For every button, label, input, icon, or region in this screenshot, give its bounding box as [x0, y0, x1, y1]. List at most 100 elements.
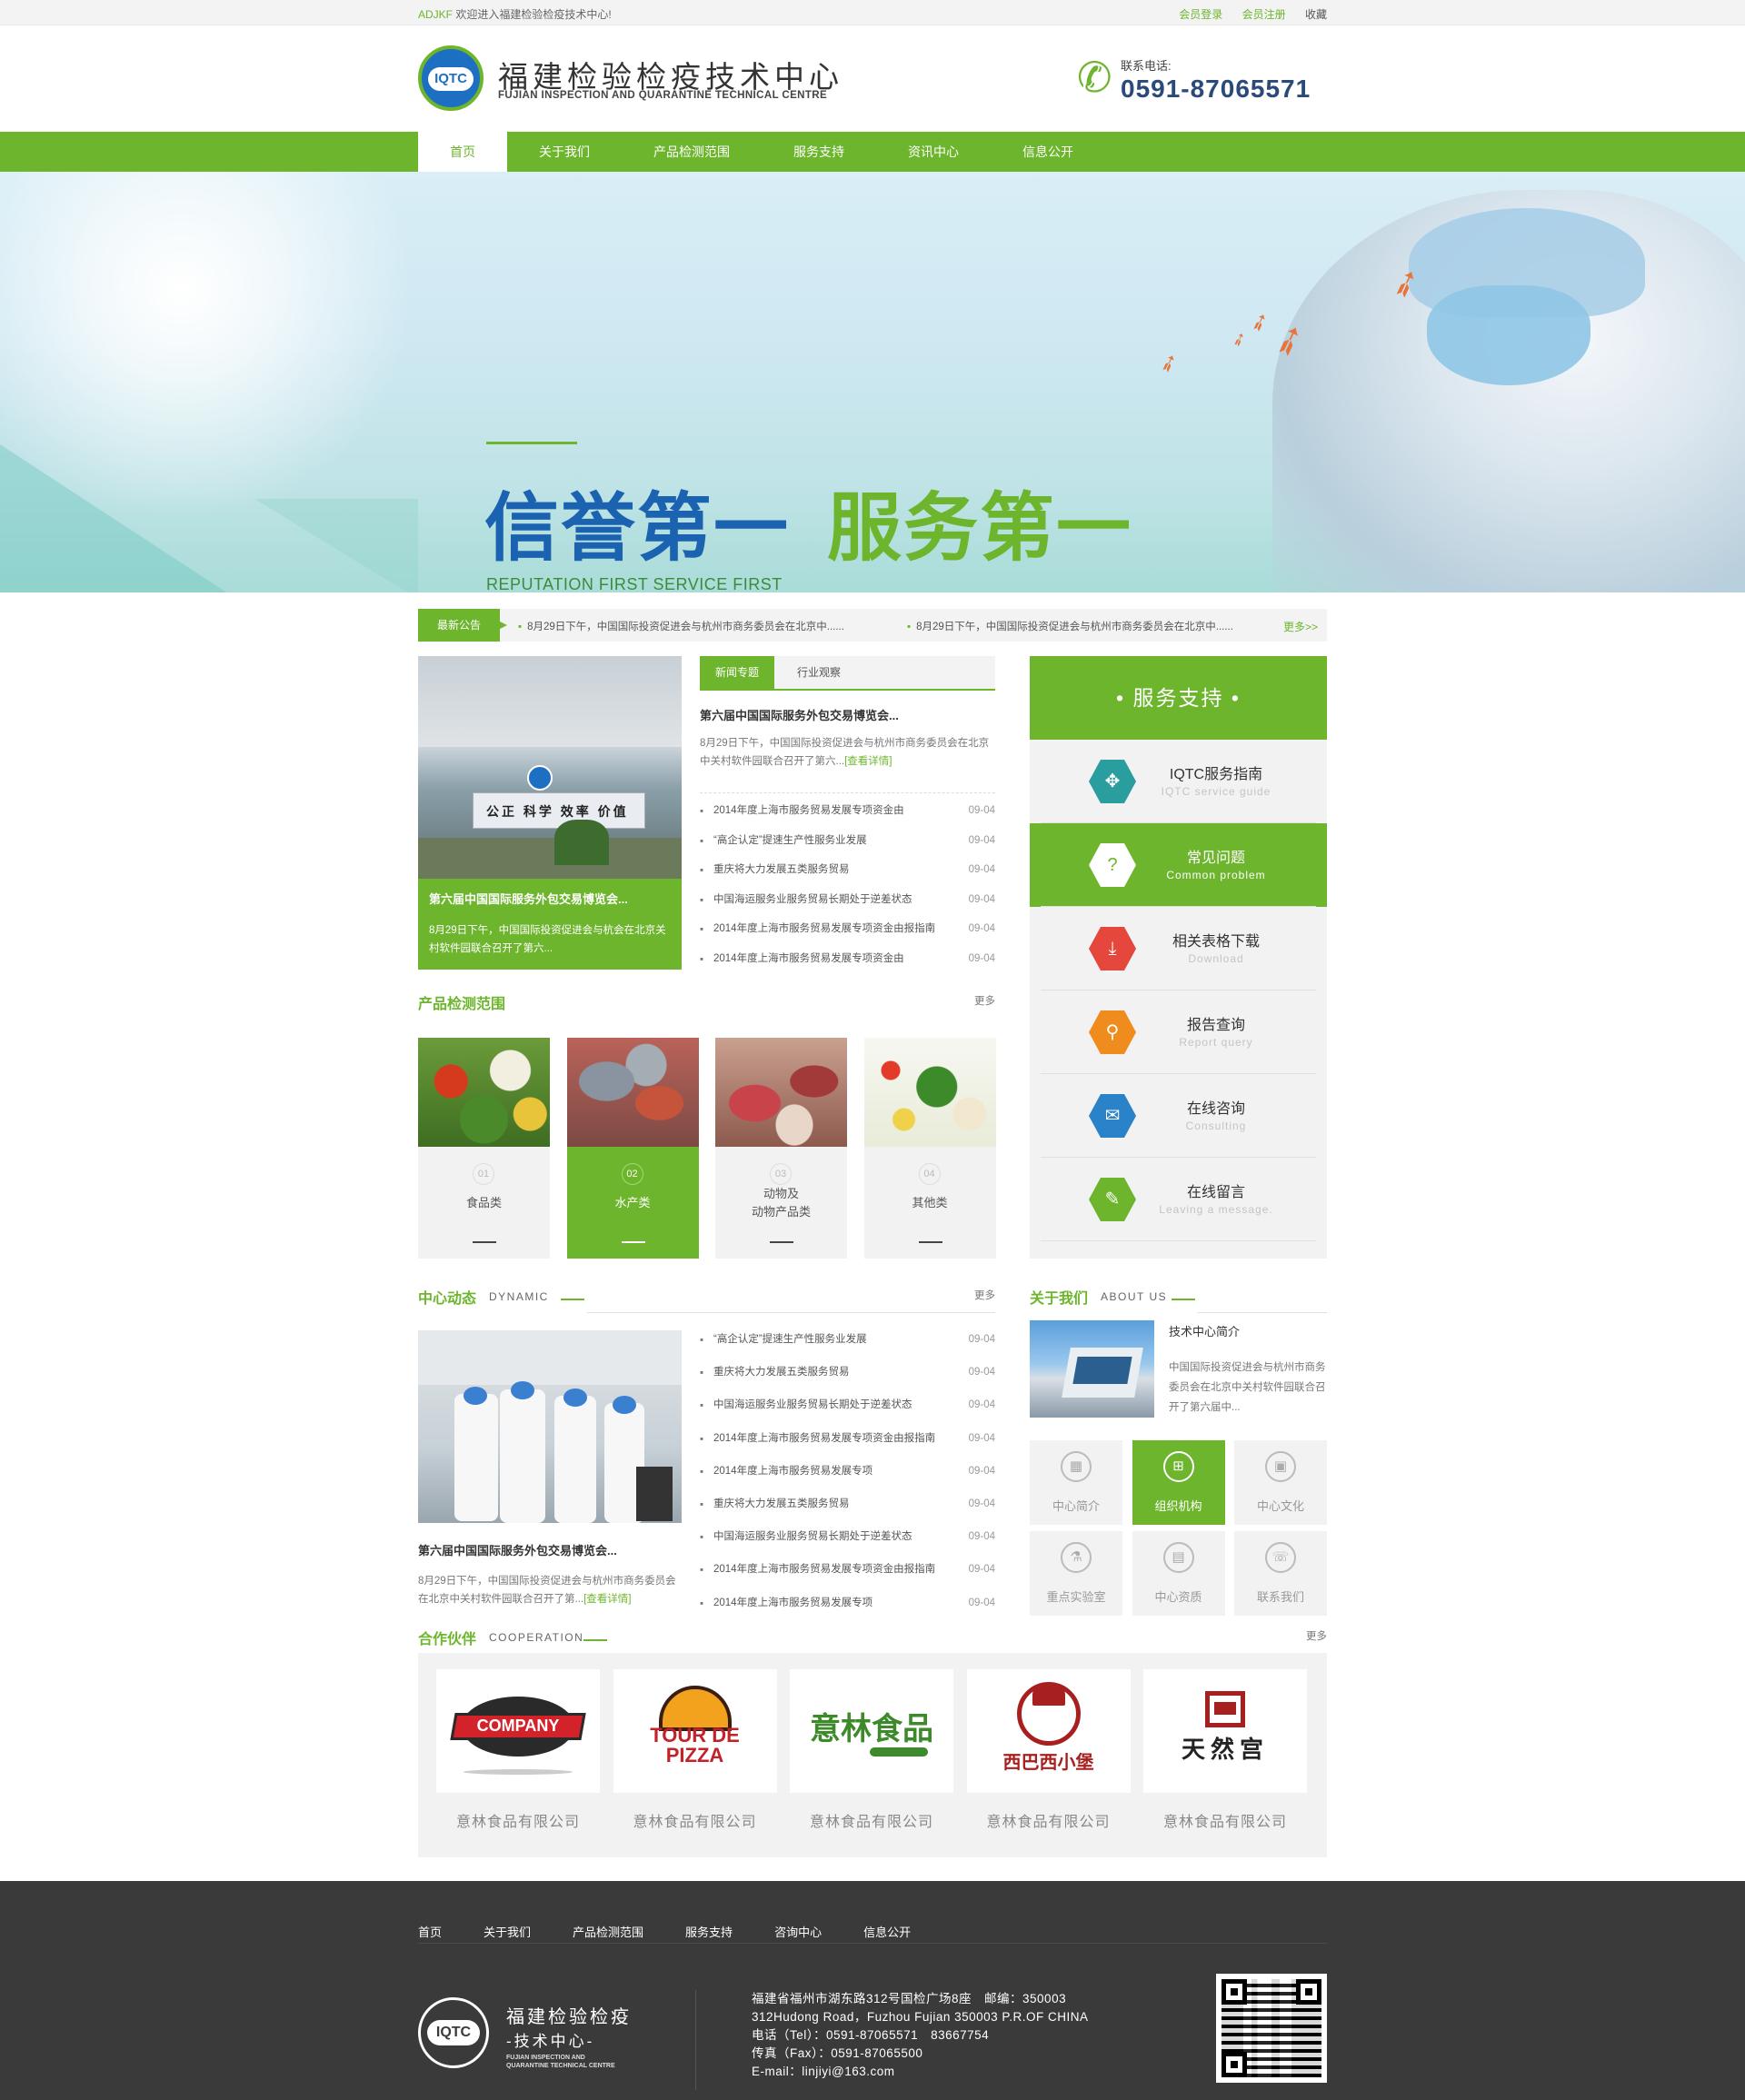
about-grid-item[interactable]: ▦ 中心简介 — [1030, 1440, 1122, 1525]
about-grid-item[interactable]: ⊞ 组织机构 — [1132, 1440, 1225, 1525]
product-name: 水产类 — [614, 1196, 651, 1209]
dynamic-list-item[interactable]: ▪ 2014年度上海市服务贸易发展专项 09-04 — [700, 1463, 995, 1496]
footer-logo-icon[interactable]: IQTC — [418, 1997, 489, 2068]
nav-home[interactable]: 首页 — [418, 132, 507, 172]
news-item-title[interactable]: 2014年度上海市服务贸易发展专项资金由报指南 — [713, 921, 935, 937]
products-more-link[interactable]: 更多 — [974, 993, 995, 1008]
building-photo[interactable] — [1030, 1320, 1154, 1418]
service-item-label: IQTC服务指南 — [1169, 767, 1263, 782]
tab-industry[interactable]: 行业观察 — [782, 656, 856, 689]
dynamic-detail-link[interactable]: [查看详情] — [583, 1594, 631, 1605]
hero-banner[interactable]: 信誉第一 服务第一 REPUTATION FIRST SERVICE FIRST… — [0, 172, 1745, 592]
news-detail-link[interactable]: [查看详情] — [844, 756, 892, 767]
footer-title-en: FUJIAN INSPECTION AND QUARANTINE TECHNIC… — [506, 2055, 615, 2069]
tab-news-topic[interactable]: 新闻专题 — [700, 656, 775, 689]
palace-logo-icon[interactable]: 天然宫 — [1143, 1669, 1307, 1793]
dynamic-list-item[interactable]: ▪ 2014年度上海市服务贸易发展专项资金由报指南 09-04 — [700, 1561, 995, 1594]
footer-nav-item[interactable]: 关于我们 — [484, 1923, 531, 1940]
favorite-link[interactable]: 收藏 — [1305, 8, 1327, 21]
chef-logo-icon[interactable]: 西巴西小堡 — [966, 1669, 1131, 1793]
dynamic-list-item[interactable]: ▪ 中国海运服务业服务贸易长期处于逆差状态 09-04 — [700, 1397, 995, 1429]
dynamic-list-item[interactable]: ▪ 2014年度上海市服务贸易发展专项 09-04 — [700, 1595, 995, 1627]
dynamic-list-item[interactable]: ▪ “高企认定”提速生产性服务业发展 09-04 — [700, 1331, 995, 1364]
pizza-logo-icon[interactable]: TOUR DE PIZZA — [613, 1669, 777, 1793]
dynamic-list-item[interactable]: ▪ 重庆将大力发展五类服务贸易 09-04 — [700, 1364, 995, 1397]
news-item-title[interactable]: 2014年度上海市服务贸易发展专项资金由 — [713, 802, 904, 819]
news-list-item[interactable]: ▪ 中国海运服务业服务贸易长期处于逆差状态 09-04 — [700, 891, 995, 921]
news-list-item[interactable]: ▪ 重庆将大力发展五类服务贸易 09-04 — [700, 861, 995, 891]
notice-more-link[interactable]: 更多>> — [1283, 619, 1318, 634]
bullet-icon: ▪ — [700, 865, 704, 876]
about-grid-item[interactable]: ☏ 联系我们 — [1234, 1531, 1327, 1616]
dynamic-item-title[interactable]: “高企认定”提速生产性服务业发展 — [713, 1331, 867, 1348]
login-link[interactable]: 会员登录 — [1179, 8, 1222, 21]
footer-nav-item[interactable]: 服务支持 — [685, 1923, 733, 1940]
section-rule — [1197, 1312, 1327, 1313]
dynamic-photo-title[interactable]: 第六届中国国际服务外包交易博览会... — [418, 1541, 617, 1558]
register-link[interactable]: 会员注册 — [1242, 8, 1286, 21]
yilin-logo-icon[interactable]: 意林食品 — [790, 1669, 953, 1793]
about-grid-item[interactable]: ▤ 中心资质 — [1132, 1531, 1225, 1616]
service-item[interactable]: ✥ IQTC服务指南 IQTC service guide — [1030, 740, 1327, 823]
dynamic-title-en: DYNAMIC — [489, 1290, 549, 1303]
site-logo[interactable]: IQTC 福建检验检疫技术中心 FUJIAN INSPECTION AND QU… — [418, 42, 891, 114]
dynamic-item-title[interactable]: 2014年度上海市服务贸易发展专项 — [713, 1463, 872, 1479]
service-item[interactable]: ? 常见问题 Common problem — [1030, 823, 1327, 907]
nav-info[interactable]: 信息公开 — [991, 132, 1105, 172]
news-item-date: 09-04 — [968, 893, 995, 905]
service-item[interactable]: ✉ 在线咨询 Consulting — [1030, 1074, 1327, 1158]
footer-nav-item[interactable]: 咨询中心 — [774, 1923, 822, 1940]
footer-nav-item[interactable]: 产品检测范围 — [573, 1923, 643, 1940]
about-grid-item[interactable]: ▣ 中心文化 — [1234, 1440, 1327, 1525]
news-list-item[interactable]: ▪ 2014年度上海市服务贸易发展专项资金由 09-04 — [700, 950, 995, 980]
service-item[interactable]: ✎ 在线留言 Leaving a message. — [1030, 1158, 1327, 1241]
dynamic-list-item[interactable]: ▪ 中国海运服务业服务贸易长期处于逆差状态 09-04 — [700, 1528, 995, 1561]
notice-item[interactable]: 8月29日下午，中国国际投资促进会与杭州市商务委员会在北京中...... — [907, 619, 1233, 633]
news-list-item[interactable]: ▪ 2014年度上海市服务贸易发展专项资金由报指南 09-04 — [700, 921, 995, 950]
nav-products[interactable]: 产品检测范围 — [622, 132, 762, 172]
dynamic-item-title[interactable]: 2014年度上海市服务贸易发展专项资金由报指南 — [713, 1430, 935, 1447]
nav-news[interactable]: 资讯中心 — [876, 132, 991, 172]
dynamic-more-link[interactable]: 更多 — [974, 1288, 995, 1302]
news-item-title[interactable]: 重庆将大力发展五类服务贸易 — [713, 861, 850, 878]
feature-title[interactable]: 第六届中国国际服务外包交易博览会... — [429, 890, 671, 907]
nav-service[interactable]: 服务支持 — [762, 132, 876, 172]
footer-nav-item[interactable]: 首页 — [418, 1923, 442, 1940]
company-logo-icon[interactable]: COMPANY — [436, 1669, 600, 1793]
partner-name[interactable]: 意林食品有限公司 — [967, 1809, 1131, 1831]
footer-nav-item[interactable]: 信息公开 — [863, 1923, 911, 1940]
partner-name[interactable]: 意林食品有限公司 — [613, 1809, 777, 1831]
partners-more-link[interactable]: 更多 — [1306, 1628, 1327, 1643]
message-icon: ✎ — [1089, 1178, 1136, 1221]
nav-about[interactable]: 关于我们 — [507, 132, 622, 172]
notice-item[interactable]: 8月29日下午，中国国际投资促进会与杭州市商务委员会在北京中...... — [518, 619, 844, 633]
service-item-label-en: Download — [1188, 952, 1244, 965]
about-grid-item[interactable]: ⚗ 重点实验室 — [1030, 1531, 1122, 1616]
dynamic-item-title[interactable]: 中国海运服务业服务贸易长期处于逆差状态 — [713, 1397, 912, 1413]
dynamic-item-title[interactable]: 2014年度上海市服务贸易发展专项 — [713, 1595, 872, 1611]
product-card[interactable]: 01 食品类 — [418, 1038, 550, 1259]
lab-visit-photo[interactable] — [418, 1330, 682, 1523]
product-card[interactable]: 03 动物及 动物产品类 — [715, 1038, 847, 1259]
service-item[interactable]: ⚲ 报告查询 Report query — [1030, 990, 1327, 1074]
news-list-item[interactable]: ▪ 2014年度上海市服务贸易发展专项资金由 09-04 — [700, 802, 995, 832]
news-item-title[interactable]: 2014年度上海市服务贸易发展专项资金由 — [713, 950, 904, 967]
dynamic-item-title[interactable]: 2014年度上海市服务贸易发展专项资金由报指南 — [713, 1561, 935, 1577]
news-item-title[interactable]: “高企认定”提速生产性服务业发展 — [713, 832, 867, 849]
product-card[interactable]: 04 其他类 — [863, 1038, 996, 1259]
dynamic-item-title[interactable]: 重庆将大力发展五类服务贸易 — [713, 1496, 850, 1512]
news-list-item[interactable]: ▪ “高企认定”提速生产性服务业发展 09-04 — [700, 832, 995, 862]
partner-name[interactable]: 意林食品有限公司 — [790, 1809, 953, 1831]
dynamic-list-item[interactable]: ▪ 重庆将大力发展五类服务贸易 09-04 — [700, 1496, 995, 1528]
partner-name[interactable]: 意林食品有限公司 — [436, 1809, 600, 1831]
service-item[interactable]: ⤓ 相关表格下载 Download — [1030, 907, 1327, 990]
news-headline[interactable]: 第六届中国国际服务外包交易博览会... — [700, 706, 899, 723]
feature-news[interactable]: 公正 科学 效率 价值 第六届中国国际服务外包交易博览会... 8月29日下午，… — [418, 656, 682, 970]
about-headline[interactable]: 技术中心简介 — [1169, 1322, 1240, 1339]
dynamic-list-item[interactable]: ▪ 2014年度上海市服务贸易发展专项资金由报指南 09-04 — [700, 1430, 995, 1463]
news-item-title[interactable]: 中国海运服务业服务贸易长期处于逆差状态 — [713, 891, 912, 908]
partner-name[interactable]: 意林食品有限公司 — [1143, 1809, 1307, 1831]
dynamic-item-title[interactable]: 重庆将大力发展五类服务贸易 — [713, 1364, 850, 1380]
dynamic-item-title[interactable]: 中国海运服务业服务贸易长期处于逆差状态 — [713, 1528, 912, 1545]
product-card[interactable]: 02 水产类 — [566, 1038, 699, 1259]
